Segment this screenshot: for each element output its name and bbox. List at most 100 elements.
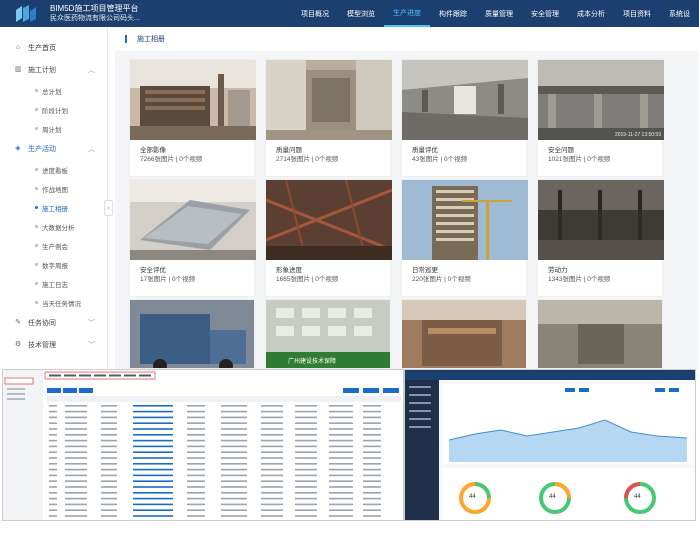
album-name: 安全评优 <box>140 267 166 274</box>
sidebar-group-plan[interactable]: ▥ 施工计划 ︿ <box>0 59 107 81</box>
table-cell <box>101 486 117 488</box>
album-card-labor[interactable]: 劳动力 1343张图片 | 0个视频 <box>537 179 664 297</box>
table-cell <box>261 474 283 477</box>
sidebar-item-battle-map[interactable]: 作战地图 <box>0 179 107 198</box>
table-cell <box>101 422 117 424</box>
gear-icon: ⚙ <box>14 341 22 348</box>
table-cell <box>65 405 87 407</box>
table-cell <box>329 492 353 494</box>
album-count: 1343张图片 | 0个视频 <box>548 276 611 283</box>
table-cell <box>329 428 353 430</box>
sidebar-item-construction-log[interactable]: 施工日志 <box>0 274 107 293</box>
sidebar-item-stage-plan[interactable]: 阶段计划 <box>0 100 107 119</box>
table-cell <box>65 515 87 517</box>
album-card-daily-patrol[interactable]: 日常巡更 220张图片 | 0个视频 <box>401 179 528 297</box>
table-cell <box>133 410 173 413</box>
table-cell <box>101 492 117 494</box>
sidebar-group-task-collab[interactable]: ✎ 任务协同 ﹀ <box>0 312 107 334</box>
donut-center-value: 44 <box>469 494 476 500</box>
table-cell <box>49 515 57 517</box>
album-card-image-progress[interactable]: 形象进度 1665张图片 | 0个视频 <box>265 179 392 297</box>
table-cell <box>187 492 205 494</box>
album-caption: 安全评优 17张图片 | 0个视频 <box>130 260 254 296</box>
table-cell <box>329 503 353 506</box>
table-cell <box>49 445 57 448</box>
app-brand: BIM5D施工项目管理平台 民众医药物流有限公司码头... <box>50 4 140 24</box>
table-cell <box>329 439 353 442</box>
sidebar-item-big-data-analysis[interactable]: 大数据分析 <box>0 217 107 236</box>
nav-component-tracking[interactable]: 构件跟踪 <box>430 0 476 27</box>
table-cell <box>101 445 117 448</box>
nav-production-progress[interactable]: 生产进度 <box>384 0 430 27</box>
album-card-safety-issues[interactable]: 2019-11-27 13:50:59 安全问题 1021张图片 | 0个视频 <box>537 59 664 177</box>
table-cell <box>101 509 117 511</box>
nav-model-browse[interactable]: 模型浏览 <box>338 0 384 27</box>
sidebar-item-home[interactable]: ⌂ 生产首页 <box>0 37 107 59</box>
table-cell <box>221 445 247 448</box>
nav-quality-management[interactable]: 质量管理 <box>476 0 522 27</box>
album-card-row3-2[interactable]: 广州建设技术保障 <box>265 299 391 369</box>
table-cell <box>133 468 173 471</box>
table-cell <box>261 486 283 488</box>
table-cell <box>329 497 353 500</box>
table-cell <box>221 480 247 482</box>
table-cell <box>329 410 353 413</box>
sidebar-item-progress-board[interactable]: 进度看板 <box>0 160 107 179</box>
table-cell <box>221 497 247 500</box>
table-cell <box>221 410 247 413</box>
album-card-quality-issues[interactable]: 质量问题 2714张图片 | 0个视频 <box>265 59 392 177</box>
table-cell <box>101 463 117 465</box>
table-cell <box>187 463 205 465</box>
table-cell <box>329 480 353 482</box>
table-cell <box>65 428 87 430</box>
sidebar-group-activity[interactable]: ◈ 生产活动 ︿ <box>0 138 107 160</box>
album-card-row3-1[interactable] <box>129 299 255 369</box>
header-accent-bar <box>125 35 127 43</box>
album-card-row3-3[interactable] <box>401 299 527 369</box>
sidebar-item-master-plan[interactable]: 总计划 <box>0 81 107 100</box>
sidebar-item-daily-tasks[interactable]: 当天任务情况 <box>0 293 107 312</box>
table-cell <box>133 445 173 448</box>
sidebar-group-tech[interactable]: ⚙ 技术管理 ﹀ <box>0 334 107 356</box>
album-caption: 劳动力 1343张图片 | 0个视频 <box>538 260 662 296</box>
table-cell <box>65 439 87 442</box>
table-cell <box>221 515 247 517</box>
table-cell <box>133 515 173 517</box>
table-cell <box>295 445 317 448</box>
sidebar-item-digital-weekly[interactable]: 数字周报 <box>0 255 107 274</box>
nav-system-settings[interactable]: 系统设 <box>660 0 699 27</box>
album-card-safety-excellence[interactable]: 安全评优 17张图片 | 0个视频 <box>129 179 256 297</box>
album-caption: 全部影像 7266张图片 | 0个视频 <box>130 140 254 176</box>
app-title: BIM5D施工项目管理平台 <box>50 3 139 13</box>
table-cell <box>221 405 247 407</box>
album-caption: 日常巡更 220张图片 | 0个视频 <box>402 260 526 296</box>
nav-project-overview[interactable]: 项目概况 <box>292 0 338 27</box>
album-card-row3-4[interactable] <box>537 299 663 369</box>
table-cell <box>295 457 317 459</box>
table-cell <box>261 428 283 430</box>
album-caption: 质量评优 43张图片 | 0个视频 <box>402 140 526 176</box>
album-card-quality-excellence[interactable]: 质量评优 43张图片 | 0个视频 <box>401 59 528 177</box>
sidebar-item-weekly-plan[interactable]: 周计划 <box>0 119 107 138</box>
album-card-all[interactable]: 全部影像 7266张图片 | 0个视频 <box>129 59 256 177</box>
table-cell <box>261 405 283 407</box>
nav-project-documents[interactable]: 项目资料 <box>614 0 660 27</box>
table-cell <box>133 457 173 459</box>
table-cell <box>295 463 317 465</box>
table-cell <box>65 509 87 511</box>
table-cell <box>363 428 381 430</box>
sidebar-item-construction-album[interactable]: 施工相册 <box>0 198 107 217</box>
sidebar-collapse-button[interactable]: ‹ <box>104 200 113 216</box>
table-cell <box>329 468 353 471</box>
table-cell <box>295 492 317 494</box>
top-nav-menu: 项目概况 模型浏览 生产进度 构件跟踪 质量管理 安全管理 成本分析 项目资料 … <box>292 0 699 27</box>
nav-cost-analysis[interactable]: 成本分析 <box>568 0 614 27</box>
layers-icon: ◈ <box>15 145 21 152</box>
table-cell <box>65 451 87 453</box>
table-cell <box>261 445 283 448</box>
table-cell <box>49 492 57 494</box>
nav-safety-management[interactable]: 安全管理 <box>522 0 568 27</box>
sidebar-item-production-meeting[interactable]: 生产例会 <box>0 236 107 255</box>
table-cell <box>101 416 117 419</box>
table-cell <box>49 497 57 500</box>
